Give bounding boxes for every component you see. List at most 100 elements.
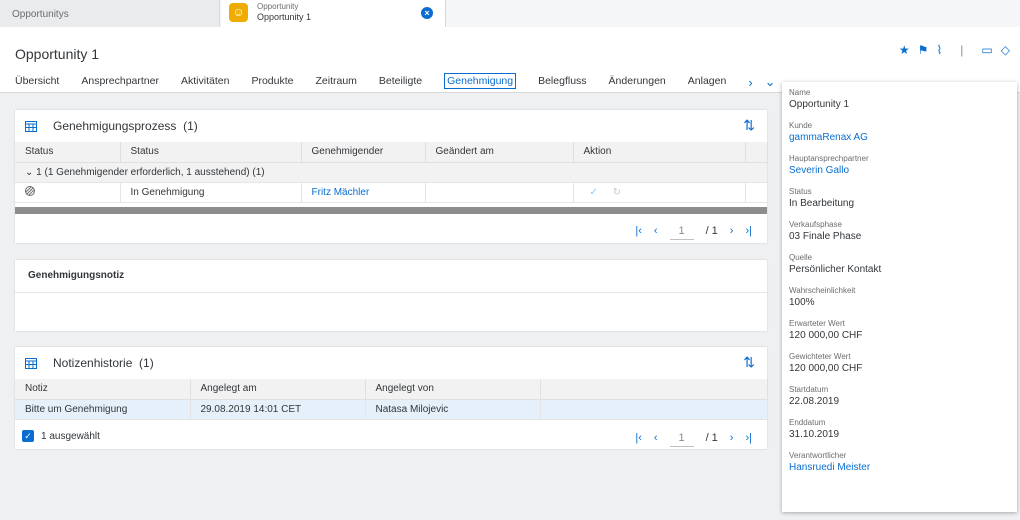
close-icon[interactable]: × [421,7,433,19]
page-input[interactable]: 1 [669,429,694,447]
tab-belegfluss[interactable]: Belegfluss [538,75,586,90]
approve-icon[interactable]: ✓ [590,187,598,198]
group-text: 1 (1 Genehmigender erforderlich, 1 ausst… [36,166,265,178]
horizontal-scrollbar[interactable] [15,207,767,214]
side-panel: Name Opportunity 1 Kunde gammaRenax AG H… [782,82,1017,512]
tab-anlagen[interactable]: Anlagen [688,75,727,90]
approval-note-card: Genehmigungsnotiz [15,260,767,331]
note-title: Genehmigungsnotiz [28,270,125,281]
created-cell: 29.08.2019 14:01 CET [190,399,366,420]
opportunity-icon: ☺ [229,3,248,22]
col-approver[interactable]: Genehmigender [301,142,426,163]
page-input[interactable]: 1 [669,222,694,240]
tab-aktivitaeten[interactable]: Aktivitäten [181,75,229,90]
spacer-cell [745,182,768,203]
chevron-down-icon[interactable]: ⌄ [765,74,776,90]
next-page-icon[interactable]: › [730,225,734,237]
field-value-phase: 03 Finale Phase [789,231,862,242]
sort-icon[interactable]: ⇅ [743,117,755,134]
field-label: Kunde [789,121,813,130]
last-page-icon[interactable]: ›| [745,432,752,444]
tab-genehmigung[interactable]: Genehmigung [444,73,517,89]
first-page-icon[interactable]: |‹ [635,432,642,444]
field-label: Name [789,88,811,97]
tab-beteiligte[interactable]: Beteiligte [379,75,422,90]
sort-icon[interactable]: ⇅ [743,354,755,371]
chevron-down-icon[interactable]: ⌄ [25,167,33,178]
note-cell: Bitte um Genehmigung [15,399,191,420]
flag-icon[interactable]: ⚑ [918,43,929,57]
tag-icon[interactable]: ◇ [1001,43,1010,57]
chevron-right-icon[interactable]: › [748,75,752,90]
tab-bar: Opportunitys ☺ Opportunity Opportunity 1… [0,0,1020,27]
customer-link[interactable]: gammaRenax AG [789,132,1010,143]
header-actions: ★ ⚑ ⌇ | ▭ ◇ [899,43,1010,57]
divider: | [960,43,964,57]
pager: |‹ ‹ 1 / 1 › ›| [635,222,752,240]
page-title: Opportunity 1 [15,46,100,62]
last-page-icon[interactable]: ›| [745,225,752,237]
field-value-weighted: 120 000,00 CHF [789,363,863,374]
history-count: (1) [139,356,154,370]
reject-icon[interactable]: ↻ [613,187,621,198]
field-value-start: 22.08.2019 [789,396,840,407]
status-cell: In Genehmigung [120,182,302,203]
first-page-icon[interactable]: |‹ [635,225,642,237]
tab-opportunitys[interactable]: Opportunitys [0,0,220,27]
tab-aenderungen[interactable]: Änderungen [609,75,666,90]
page-total: / 1 [705,432,718,444]
select-all-checkbox[interactable]: ✓ [22,430,34,442]
field-value-expected: 120 000,00 CHF [789,330,863,341]
comment-icon[interactable]: ▭ [981,43,992,57]
col-status-icon[interactable]: Status [15,142,121,163]
col-status[interactable]: Status [120,142,302,163]
history-table: Notiz Angelegt am Angelegt von Bitte um … [15,379,768,420]
tab-name-label: Opportunity 1 [257,12,312,22]
approval-title: Genehmigungsprozess [53,119,177,133]
pager: |‹ ‹ 1 / 1 › ›| [635,429,752,447]
col-created-by[interactable]: Angelegt von [365,379,541,400]
field-value-source: Persönlicher Kontakt [789,264,882,275]
field-label: Wahrscheinlichkeit [789,286,856,295]
tab-uebersicht[interactable]: Übersicht [15,75,59,90]
col-action[interactable]: Aktion [573,142,746,163]
col-spacer [745,142,768,163]
field-label: Gewichteter Wert [789,352,851,361]
approval-table: Status Status Genehmigender Geändert am … [15,142,768,203]
field-label: Enddatum [789,418,826,427]
spacer-cell [540,399,768,420]
tab-strip: Übersicht Ansprechpartner Aktivitäten Pr… [15,73,788,90]
selected-count: 1 ausgewählt [41,431,100,442]
col-created[interactable]: Angelegt am [190,379,366,400]
prev-page-icon[interactable]: ‹ [654,432,658,444]
table-row[interactable]: In Genehmigung Fritz Mächler ✓ ↻ [15,182,768,203]
col-note[interactable]: Notiz [15,379,191,400]
tab-ansprechpartner[interactable]: Ansprechpartner [81,75,159,90]
field-label: Startdatum [789,385,829,394]
approval-process-card: Genehmigungsprozess (1) ⇅ Status Status … [15,110,768,243]
table-row[interactable]: Bitte um Genehmigung 29.08.2019 14:01 CE… [15,399,768,420]
star-icon[interactable]: ★ [899,43,910,57]
group-label: ⌄ 1 (1 Genehmigender erforderlich, 1 aus… [15,162,768,183]
col-spacer [540,379,768,400]
field-value-probability: 100% [789,297,815,308]
tab-zeitraum[interactable]: Zeitraum [315,75,356,90]
card-title: Genehmigungsprozess (1) [53,119,198,133]
owner-link[interactable]: Hansruedi Meister [789,462,1010,473]
field-value-name: Opportunity 1 [789,99,850,110]
field-value-status: In Bearbeitung [789,198,855,209]
main-contact-link[interactable]: Severin Gallo [789,165,1010,176]
col-changed[interactable]: Geändert am [425,142,574,163]
action-cell: ✓ ↻ [573,182,746,203]
tab-produkte[interactable]: Produkte [251,75,293,90]
next-page-icon[interactable]: › [730,432,734,444]
note-textarea[interactable] [15,293,767,331]
field-label: Erwarteter Wert [789,319,845,328]
tab-opportunity-1[interactable]: ☺ Opportunity Opportunity 1 × [221,0,446,27]
prev-page-icon[interactable]: ‹ [654,225,658,237]
approver-link[interactable]: Fritz Mächler [301,182,426,203]
group-row[interactable]: ⌄ 1 (1 Genehmigender erforderlich, 1 aus… [15,162,768,183]
feed-icon[interactable]: ⌇ [936,43,942,57]
card-title: Notizenhistorie (1) [53,356,154,370]
tab-type-label: Opportunity [257,2,299,11]
